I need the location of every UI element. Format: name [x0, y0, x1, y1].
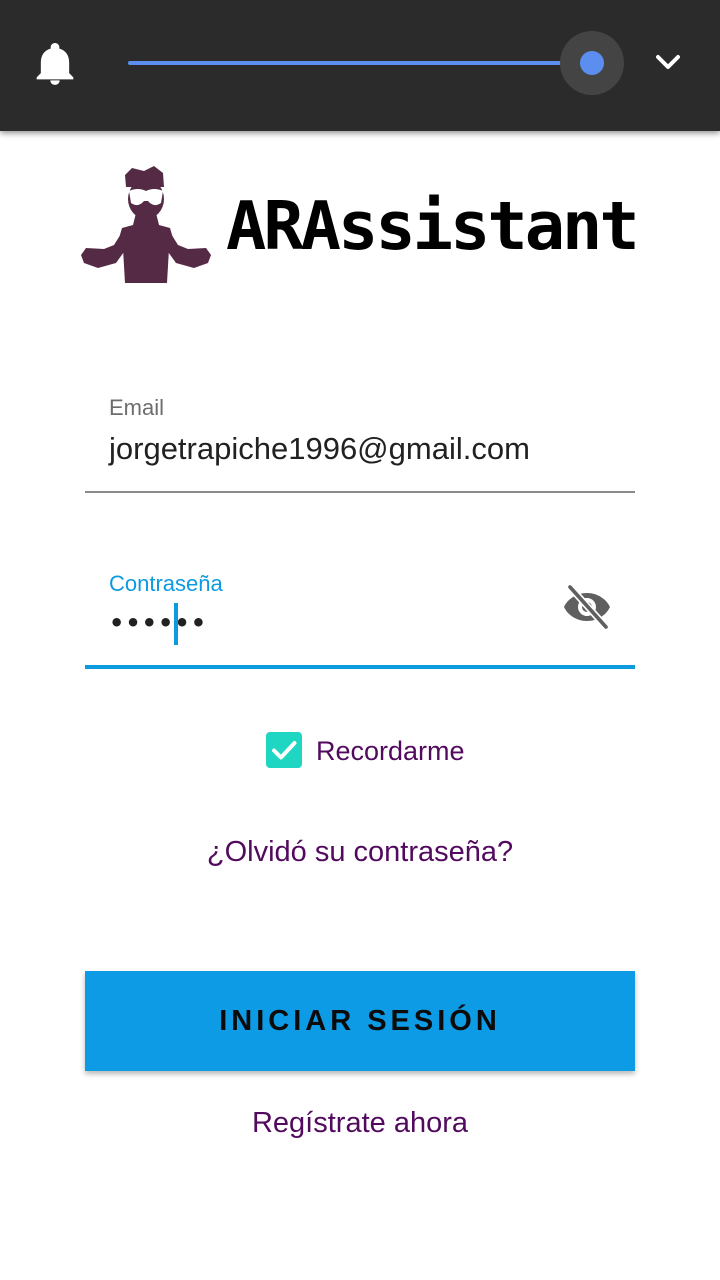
brightness-slider-thumb[interactable]: [580, 51, 604, 75]
eye-off-icon[interactable]: [562, 584, 612, 630]
forgot-password-link[interactable]: ¿Olvidó su contraseña?: [0, 834, 720, 870]
mascot-figure-icon: [80, 165, 214, 285]
login-button[interactable]: INICIAR SESIÓN: [85, 971, 635, 1071]
notification-shade: [0, 0, 720, 131]
email-underline: [85, 491, 635, 493]
bell-icon[interactable]: [35, 42, 75, 86]
chevron-down-icon[interactable]: [652, 48, 684, 76]
remember-label[interactable]: Recordarme: [316, 735, 465, 767]
brightness-slider-fill: [128, 61, 593, 65]
password-underline: [85, 665, 635, 669]
text-cursor: [174, 603, 178, 645]
check-icon: [272, 741, 297, 760]
brightness-slider-track[interactable]: [128, 61, 593, 65]
password-field[interactable]: ••••••: [109, 608, 207, 638]
remember-checkbox[interactable]: [266, 732, 302, 768]
login-button-label: INICIAR SESIÓN: [219, 1004, 501, 1037]
email-field[interactable]: jorgetrapiche1996@gmail.com: [109, 430, 530, 468]
password-label: Contraseña: [109, 571, 223, 596]
email-label: Email: [109, 395, 165, 420]
register-link[interactable]: Regístrate ahora: [0, 1105, 720, 1141]
brand-name: ARAssistant: [226, 187, 640, 265]
